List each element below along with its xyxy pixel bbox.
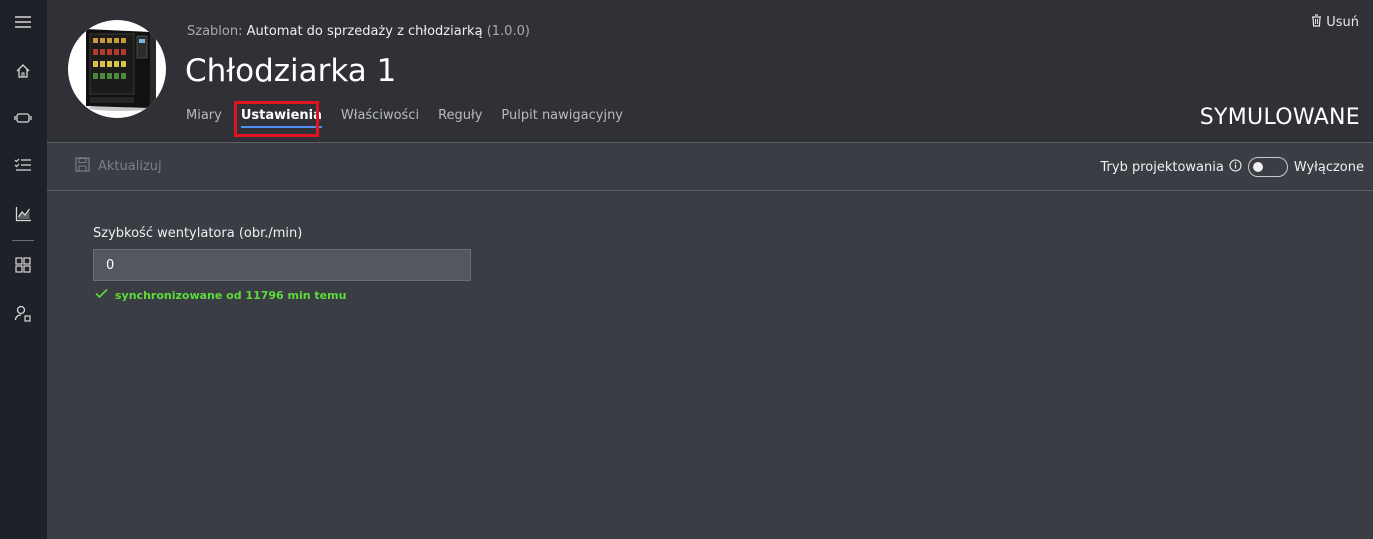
device-icon[interactable] (12, 107, 34, 129)
design-mode-toggle[interactable] (1247, 157, 1288, 177)
design-mode-label: Tryb projektowania (1100, 159, 1224, 175)
update-button[interactable]: Aktualizuj (75, 157, 162, 176)
trash-icon (1311, 14, 1322, 31)
user-settings-icon[interactable] (12, 302, 34, 324)
info-icon[interactable] (1229, 158, 1242, 176)
fan-speed-input[interactable] (93, 249, 471, 281)
template-info: Szablon: Automat do sprzedaży z chłodzia… (187, 24, 530, 39)
home-icon[interactable] (12, 60, 34, 82)
delete-label: Usuń (1326, 15, 1359, 30)
simulated-status: SYMULOWANE (1199, 105, 1360, 130)
template-prefix: Szablon: (187, 24, 243, 39)
design-mode-state: Wyłączone (1293, 159, 1364, 175)
tab-wlasciwosci[interactable]: Właściwości (341, 108, 419, 123)
update-label: Aktualizuj (98, 159, 162, 174)
save-icon (75, 157, 90, 176)
sidebar-separator (12, 240, 34, 241)
page-title: Chłodziarka 1 (185, 53, 397, 89)
template-version: (1.0.0) (486, 24, 530, 39)
delete-button[interactable]: Usuń (1311, 14, 1359, 31)
tab-pulpit-nawigacyjny[interactable]: Pulpit nawigacyjny (501, 108, 623, 123)
hamburger-menu-icon[interactable] (12, 11, 34, 33)
tab-miary[interactable]: Miary (186, 108, 222, 123)
checkmark-icon (95, 288, 108, 302)
tab-bar: Miary Ustawienia Właściwości Reguły Pulp… (186, 108, 642, 128)
sidebar (0, 0, 47, 539)
tab-reguly[interactable]: Reguły (438, 108, 482, 123)
sync-status-text: synchronizowane od 11796 min temu (115, 288, 347, 302)
toggle-knob (1252, 162, 1263, 172)
analytics-icon[interactable] (12, 203, 34, 225)
fan-speed-label: Szybkość wentylatora (obr./min) (93, 226, 303, 241)
template-name: Automat do sprzedaży z chłodziarką (246, 24, 483, 39)
device-avatar (68, 20, 166, 118)
sync-status: synchronizowane od 11796 min temu (95, 288, 346, 302)
main-area: Szablon: Automat do sprzedaży z chłodzia… (47, 0, 1373, 539)
checklist-icon[interactable] (12, 154, 34, 176)
tab-ustawienia[interactable]: Ustawienia (240, 108, 322, 128)
dashboard-grid-icon[interactable] (12, 254, 34, 276)
design-mode-control: Tryb projektowania Wyłączone (1101, 157, 1364, 177)
toolbar-divider (47, 190, 1373, 191)
